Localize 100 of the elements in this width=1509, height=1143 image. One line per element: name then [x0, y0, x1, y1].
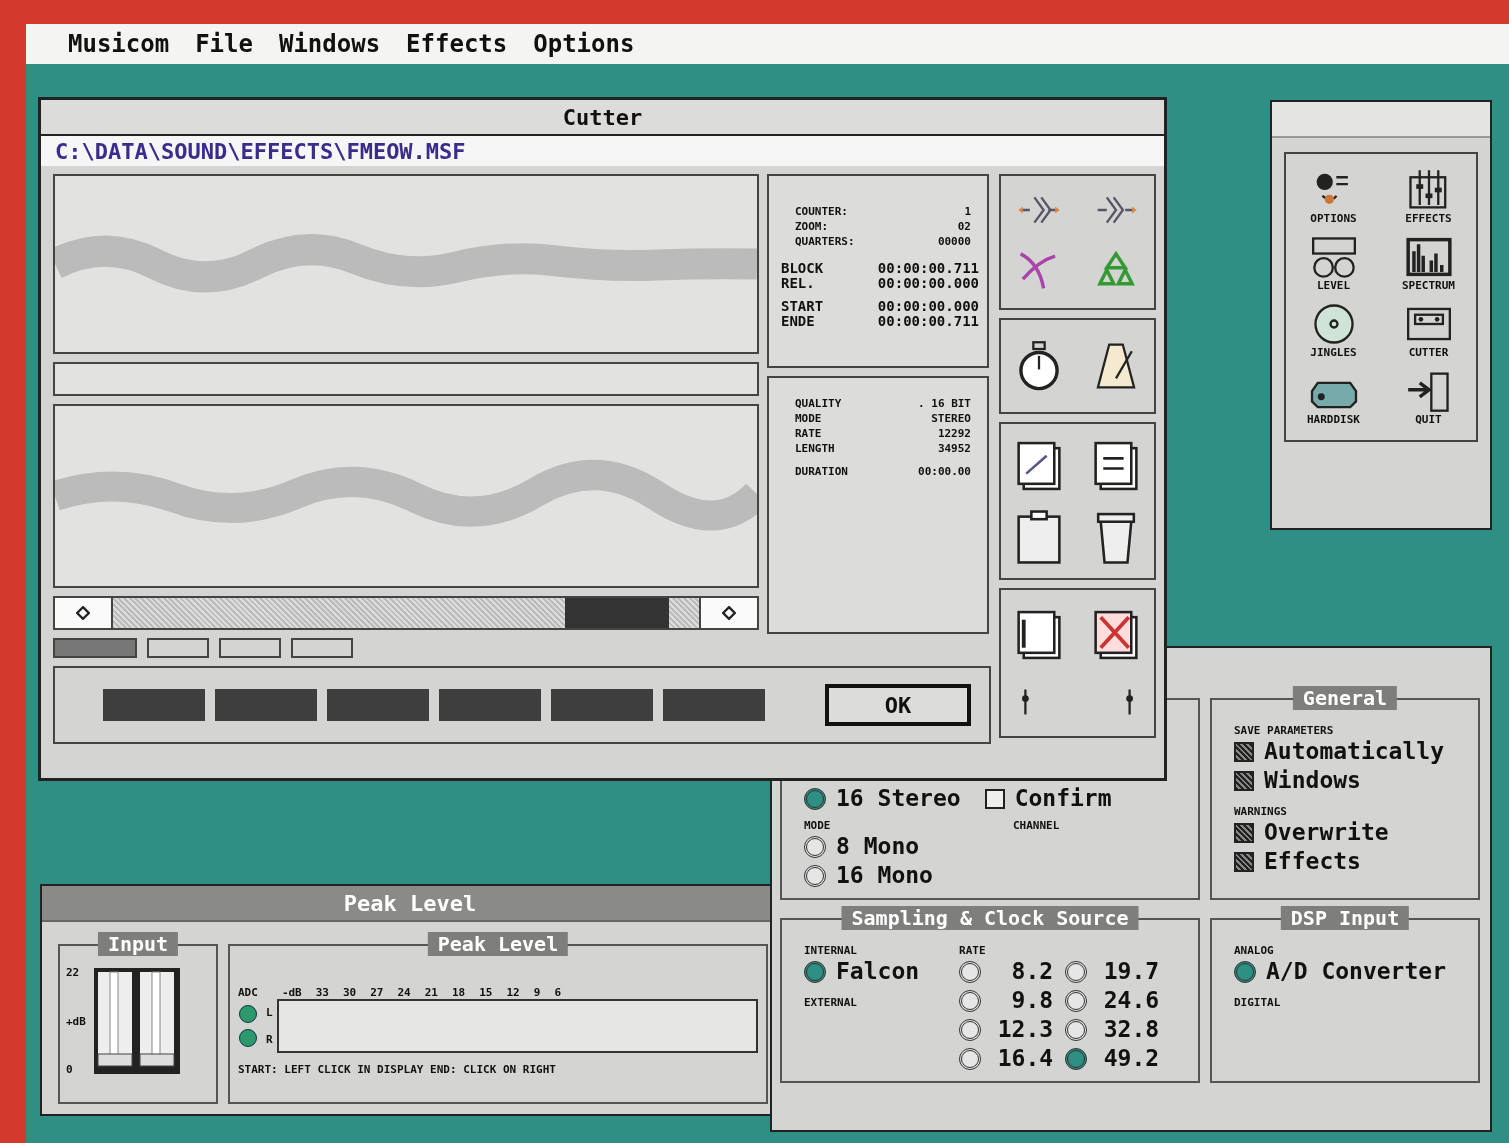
menu-item[interactable]: File: [195, 30, 253, 58]
scroll-thumb[interactable]: [565, 598, 669, 628]
checkbox-option[interactable]: Confirm: [984, 784, 1112, 813]
scale-label: 22: [66, 966, 81, 979]
info-value: 1: [964, 204, 971, 219]
info-label: QUALITY: [795, 396, 842, 411]
menu-item[interactable]: Options: [533, 30, 635, 58]
radio-button[interactable]: [959, 1047, 982, 1070]
radio-option[interactable]: 12.3: [959, 1015, 1054, 1044]
tool-item[interactable]: HARDDISK: [1286, 369, 1381, 426]
scale-label: 6: [554, 986, 561, 999]
window-title: Cutter: [41, 100, 1164, 136]
radio-button[interactable]: [1065, 1047, 1088, 1070]
checkbox[interactable]: [1234, 741, 1254, 762]
level-meter-display[interactable]: [276, 999, 758, 1053]
radio-button[interactable]: [1065, 960, 1088, 983]
checkbox[interactable]: [1234, 770, 1254, 791]
checkbox-option[interactable]: Overwrite: [1234, 818, 1468, 847]
radio-option[interactable]: 16.4: [959, 1044, 1054, 1073]
radio-button[interactable]: [959, 1018, 982, 1041]
small-button[interactable]: [219, 638, 281, 658]
checkbox[interactable]: [1234, 822, 1254, 843]
horizontal-scrollbar[interactable]: [53, 596, 759, 630]
info-value: 12292: [937, 426, 971, 441]
checkbox-option[interactable]: Automatically: [1234, 737, 1468, 766]
tool-item[interactable]: EFFECTS: [1381, 168, 1476, 225]
info-label: START: [781, 299, 824, 314]
menu-item[interactable]: Windows: [278, 30, 381, 58]
scroll-left-icon[interactable]: [55, 598, 111, 628]
info-value: 00:00:00.000: [877, 276, 979, 291]
info-label: ENDE: [781, 314, 815, 329]
radio-option[interactable]: 16 Stereo: [804, 784, 961, 813]
group-title: General: [1292, 686, 1398, 710]
scale-label: 0: [66, 1063, 74, 1076]
radio-option[interactable]: 8 Mono: [804, 832, 933, 861]
checkbox[interactable]: [1234, 851, 1254, 872]
info-label: COUNTER:: [795, 204, 848, 219]
info-label: MODE: [795, 411, 822, 426]
radio-button[interactable]: [1065, 1018, 1088, 1041]
tool-item[interactable]: QUIT: [1381, 369, 1476, 426]
radio-button[interactable]: [804, 864, 826, 887]
radio-option[interactable]: 8.2: [959, 957, 1054, 986]
radio-button[interactable]: [1065, 989, 1088, 1012]
scale-label: 33: [315, 986, 329, 999]
radio-option[interactable]: 24.6: [1065, 986, 1160, 1015]
file-path: C:\DATA\SOUND\EFFECTS\FMEOW.MSF: [41, 136, 1164, 166]
radio-button[interactable]: [804, 787, 826, 810]
scale-label: 18: [452, 986, 466, 999]
info-value: STEREO: [931, 411, 971, 426]
radio-option[interactable]: 9.8: [959, 986, 1054, 1015]
radio-button[interactable]: [1234, 960, 1256, 983]
group-title: Peak Level: [427, 932, 569, 956]
group-title: Sampling & Clock Source: [841, 906, 1139, 930]
led-indicator: [238, 1005, 257, 1023]
tool-item[interactable]: LEVEL: [1286, 235, 1381, 292]
radio-option[interactable]: 16 Mono: [804, 861, 933, 890]
scale-label: 21: [424, 986, 438, 999]
section-label: SAVE PARAMETERS: [1234, 724, 1335, 737]
checkbox[interactable]: [984, 788, 1005, 809]
section-label: CHANNEL: [1012, 819, 1060, 832]
section-label: RATE: [959, 944, 987, 957]
info-label: BLOCK: [781, 261, 824, 276]
radio-button[interactable]: [959, 989, 982, 1012]
fader-pair-icon[interactable]: [91, 966, 182, 1076]
group-title: DSP Input: [1280, 906, 1410, 930]
tool-item[interactable]: SPECTRUM: [1381, 235, 1476, 292]
small-button[interactable]: [291, 638, 353, 658]
info-label: QUARTERS:: [795, 234, 855, 249]
info-value: 00:00.00: [918, 464, 971, 479]
radio-button[interactable]: [804, 960, 826, 983]
channel-label: R: [265, 1033, 273, 1046]
radio-option[interactable]: 49.2: [1065, 1044, 1160, 1073]
menu-item[interactable]: Musicom: [68, 30, 170, 58]
info-value: 00000: [937, 234, 971, 249]
radio-button[interactable]: [804, 835, 826, 858]
overview-strip[interactable]: [53, 362, 759, 396]
tool-item[interactable]: JINGLES: [1286, 302, 1381, 359]
info-label: LENGTH: [795, 441, 835, 456]
radio-button[interactable]: [959, 960, 982, 983]
ok-button[interactable]: OK: [825, 684, 971, 726]
radio-option[interactable]: A/D Converter: [1234, 957, 1468, 986]
radio-option[interactable]: 32.8: [1065, 1015, 1160, 1044]
section-label: INTERNAL: [804, 944, 858, 957]
adc-label: ADC: [238, 986, 258, 999]
tool-item[interactable]: OPTIONS: [1286, 168, 1381, 225]
checkbox-option[interactable]: Windows: [1234, 766, 1468, 795]
hint-text: START: LEFT CLICK IN DISPLAY END: CLICK ON RIGHT: [238, 1063, 557, 1076]
info-label: RATE: [795, 426, 822, 441]
scroll-right-icon[interactable]: [701, 598, 757, 628]
section-label: WARNINGS: [1234, 805, 1288, 818]
checkbox-option[interactable]: Effects: [1234, 847, 1468, 876]
section-label: MODE: [804, 819, 832, 832]
scale-label: 12: [506, 986, 520, 999]
scale-label: +dB: [66, 1014, 86, 1028]
menu-item[interactable]: Effects: [406, 30, 508, 58]
small-button[interactable]: [147, 638, 209, 658]
tool-item[interactable]: CUTTER: [1381, 302, 1476, 359]
radio-option[interactable]: Falcon: [804, 957, 920, 986]
radio-option[interactable]: 19.7: [1065, 957, 1160, 986]
led-indicator: [238, 1029, 257, 1047]
